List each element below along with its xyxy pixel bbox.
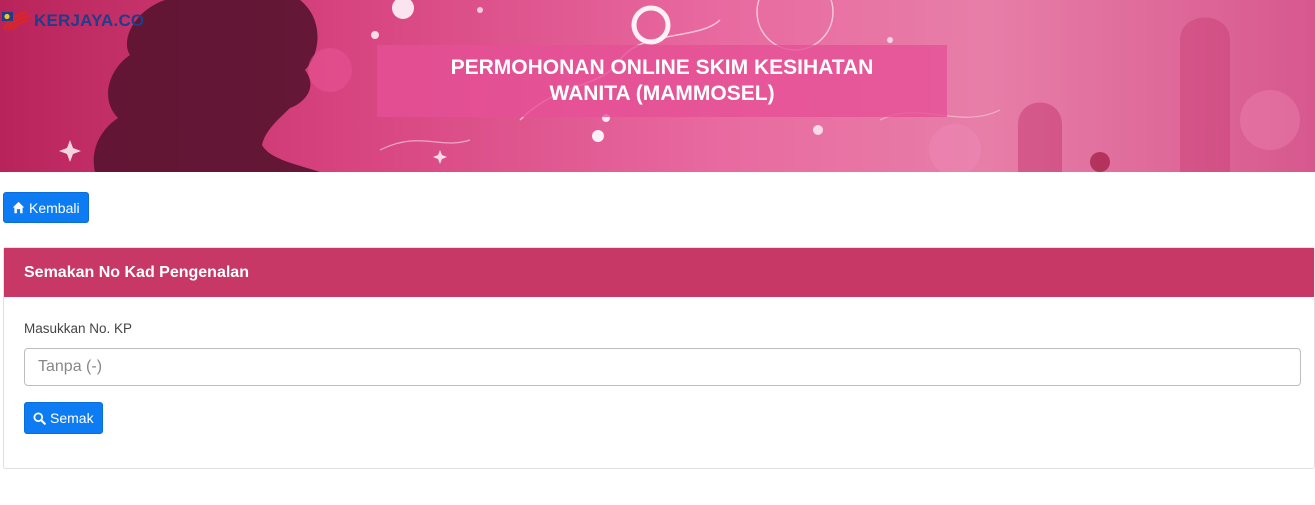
panel-header: Semakan No Kad Pengenalan bbox=[4, 248, 1314, 297]
page-title: PERMOHONAN ONLINE SKIM KESIHATAN WANITA … bbox=[450, 56, 874, 105]
malaysia-flag-icon bbox=[2, 10, 31, 31]
panel-heading: Semakan No Kad Pengenalan bbox=[24, 263, 249, 281]
ic-number-input[interactable] bbox=[24, 348, 1301, 386]
page-title-box: PERMOHONAN ONLINE SKIM KESIHATAN WANITA … bbox=[377, 45, 947, 117]
home-icon bbox=[12, 201, 25, 214]
ic-number-label: Masukkan No. KP bbox=[24, 321, 133, 336]
check-button-label: Semak bbox=[50, 410, 94, 426]
ic-check-panel: Semakan No Kad Pengenalan Masukkan No. K… bbox=[3, 247, 1315, 469]
search-icon bbox=[33, 411, 46, 425]
brand-logo[interactable]: KERJAYA.CO bbox=[2, 10, 144, 32]
logo-text: KERJAYA.CO bbox=[34, 11, 145, 30]
back-button-label: Kembali bbox=[29, 199, 80, 216]
header-banner: KERJAYA.CO PERMOHONAN ONLINE SKIM KESIHA… bbox=[0, 0, 1315, 172]
check-button[interactable]: Semak bbox=[24, 402, 103, 434]
back-button[interactable]: Kembali bbox=[3, 192, 89, 223]
